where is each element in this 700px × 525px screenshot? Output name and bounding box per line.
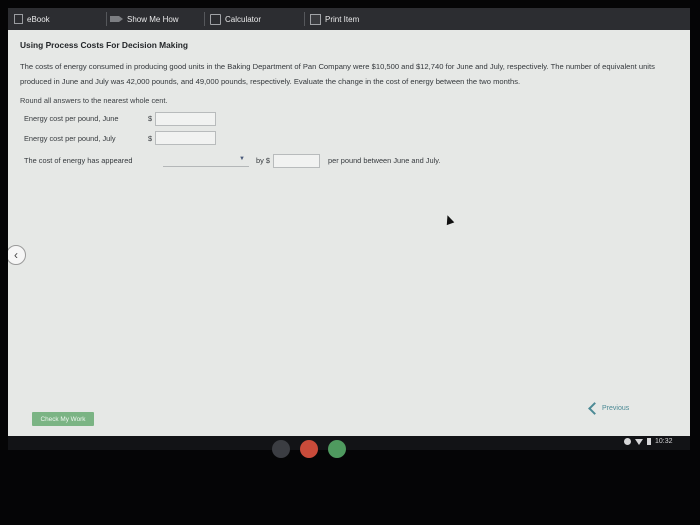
appeared-label: The cost of energy has appeared xyxy=(24,156,133,165)
check-my-work-button[interactable]: Check My Work xyxy=(32,412,94,426)
os-shelf xyxy=(8,436,690,450)
mouse-cursor-icon xyxy=(443,213,455,226)
per-pound-label: per pound between June and July. xyxy=(328,156,441,165)
select-underline xyxy=(163,166,249,167)
print-item-button[interactable]: Print Item xyxy=(310,8,359,30)
back-arrow-icon[interactable]: ‹ xyxy=(8,245,26,265)
june-cost-input[interactable] xyxy=(155,112,216,126)
july-cost-input[interactable] xyxy=(155,131,216,145)
rounding-note: Round all answers to the nearest whole c… xyxy=(20,96,168,105)
app-icon[interactable] xyxy=(328,440,346,458)
question-text: The costs of energy consumed in producin… xyxy=(20,62,655,86)
book-icon xyxy=(14,14,23,24)
toolbar: eBook Show Me How Calculator Print Item xyxy=(8,8,690,30)
currency-symbol: $ xyxy=(148,134,153,143)
question-panel: Using Process Costs For Decision Making … xyxy=(20,40,680,172)
battery-icon xyxy=(647,438,651,445)
toolbar-divider xyxy=(304,12,305,26)
conclusion-row: The cost of energy has appeared ▼ by $ p… xyxy=(20,152,680,172)
chevron-down-icon: ▼ xyxy=(239,156,245,162)
ebook-label: eBook xyxy=(27,14,50,24)
chevron-left-icon xyxy=(588,402,601,415)
app-icon[interactable] xyxy=(272,440,290,458)
change-amount-input[interactable] xyxy=(273,154,320,168)
clock: 10:32 xyxy=(655,438,673,445)
calculator-icon xyxy=(210,13,221,25)
previous-link[interactable]: Previous xyxy=(588,402,630,415)
show-me-how-label: Show Me How xyxy=(127,14,179,24)
ebook-button[interactable]: eBook xyxy=(14,8,50,30)
system-tray[interactable]: 10:32 xyxy=(624,438,673,445)
toolbar-divider xyxy=(106,12,107,26)
wifi-icon xyxy=(635,438,643,445)
print-item-label: Print Item xyxy=(325,14,360,24)
july-label: Energy cost per pound, July xyxy=(24,134,116,143)
question-title: Using Process Costs For Decision Making xyxy=(20,40,189,50)
currency-symbol: $ xyxy=(148,114,153,123)
toolbar-divider xyxy=(204,12,205,26)
video-icon xyxy=(110,16,123,22)
calculator-label: Calculator xyxy=(225,14,262,24)
status-icon xyxy=(624,438,631,445)
july-row: Energy cost per pound, July $ xyxy=(20,130,680,150)
june-row: Energy cost per pound, June $ xyxy=(20,110,680,130)
calculator-button[interactable]: Calculator xyxy=(210,8,261,30)
june-label: Energy cost per pound, June xyxy=(24,114,119,123)
app-icon[interactable] xyxy=(300,440,318,458)
by-label: by $ xyxy=(256,156,270,165)
print-icon xyxy=(310,13,321,25)
previous-label: Previous xyxy=(602,405,630,412)
app-window: eBook Show Me How Calculator Print Item … xyxy=(8,8,690,436)
show-me-how-button[interactable]: Show Me How xyxy=(110,8,179,30)
